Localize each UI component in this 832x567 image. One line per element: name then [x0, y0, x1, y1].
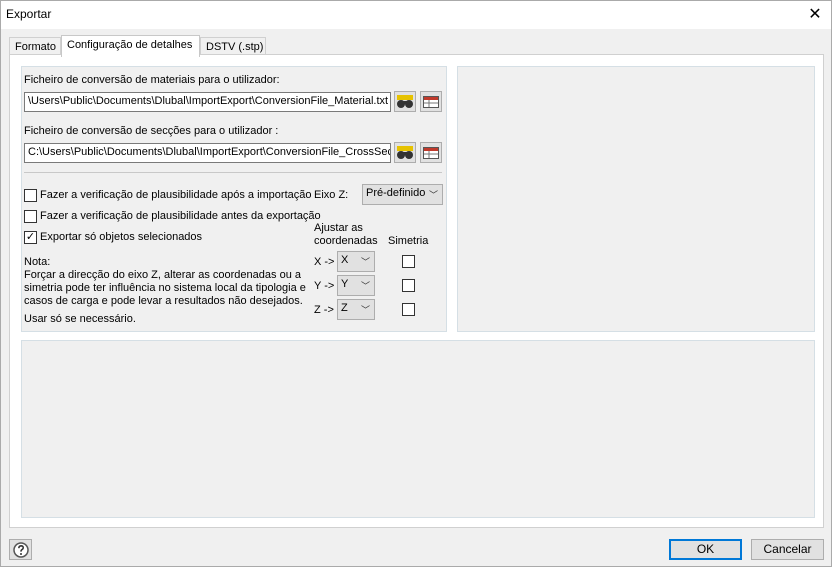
note-line1: Forçar a direcção do eixo Z, alterar as … — [24, 269, 301, 281]
check-after-import-checkbox[interactable] — [24, 189, 37, 202]
help-icon — [12, 541, 29, 558]
binoculars-icon — [397, 145, 413, 159]
coords-header-line2: coordenadas — [314, 235, 378, 247]
coord-y-label: Y -> — [314, 280, 335, 292]
help-button[interactable] — [9, 539, 32, 560]
table-edit-icon — [423, 95, 439, 108]
check-after-import-label: Fazer a verificação de plausibilidade ap… — [40, 189, 312, 201]
chevron-down-icon: ﹀ — [360, 281, 370, 291]
browse-material-button[interactable] — [394, 91, 416, 112]
cancel-button[interactable]: Cancelar — [751, 539, 824, 560]
symmetry-header: Simetria — [388, 235, 429, 247]
export-selected-only-label: Exportar só objetos selecionados — [40, 231, 203, 243]
z-axis-label: Eixo Z: — [314, 189, 349, 201]
material-file-input[interactable]: \Users\Public\Documents\Dlubal\ImportExp… — [24, 92, 391, 112]
info-panel — [21, 340, 815, 518]
section-file-input[interactable]: C:\Users\Public\Documents\Dlubal\ImportE… — [24, 143, 391, 163]
chevron-down-icon: ﹀ — [428, 190, 438, 200]
export-dialog: Exportar ✕ Formato Configuração de detal… — [0, 0, 832, 567]
chevron-down-icon: ﹀ — [360, 305, 370, 315]
title-bar: Exportar ✕ — [1, 1, 831, 29]
symmetry-z-checkbox[interactable] — [402, 303, 415, 316]
settings-panel: Ficheiro de conversão de materiais para … — [21, 66, 447, 332]
material-file-label: Ficheiro de conversão de materiais para … — [24, 74, 280, 86]
binoculars-icon — [397, 94, 413, 108]
coord-y-value: Y — [341, 278, 349, 290]
section-file-label: Ficheiro de conversão de secções para o … — [24, 125, 279, 137]
check-before-export-checkbox[interactable] — [24, 210, 37, 223]
edit-section-button[interactable] — [420, 142, 442, 163]
z-axis-select[interactable]: Pré-definido ﹀ — [362, 184, 443, 205]
separator — [24, 172, 442, 173]
close-icon[interactable]: ✕ — [805, 5, 825, 25]
export-selected-only-checkbox[interactable]: ✓ — [24, 231, 37, 244]
tab-page: Ficheiro de conversão de materiais para … — [9, 54, 824, 528]
edit-material-button[interactable] — [420, 91, 442, 112]
table-edit-icon — [423, 146, 439, 159]
check-before-export-label: Fazer a verificação de plausibilidade an… — [40, 210, 321, 222]
coords-header-line1: Ajustar as — [314, 222, 363, 234]
symmetry-x-checkbox[interactable] — [402, 255, 415, 268]
z-axis-value: Pré-definido — [366, 187, 426, 199]
window-title: Exportar — [6, 7, 52, 21]
tab-configuracao-detalhes[interactable]: Configuração de detalhes — [61, 35, 200, 57]
coord-x-select[interactable]: X ﹀ — [337, 251, 375, 272]
preview-panel — [457, 66, 815, 332]
ok-button[interactable]: OK — [669, 539, 742, 560]
coord-z-select[interactable]: Z ﹀ — [337, 299, 375, 320]
note-title: Nota: — [24, 256, 51, 268]
note-line3: casos de carga e pode levar a resultados… — [24, 295, 303, 307]
coord-z-value: Z — [341, 302, 348, 314]
coord-y-select[interactable]: Y ﹀ — [337, 275, 375, 296]
coord-x-label: X -> — [314, 256, 335, 268]
coord-x-value: X — [341, 254, 349, 266]
note-line4: Usar só se necessário. — [24, 313, 136, 325]
coord-z-label: Z -> — [314, 304, 334, 316]
browse-section-button[interactable] — [394, 142, 416, 163]
symmetry-y-checkbox[interactable] — [402, 279, 415, 292]
chevron-down-icon: ﹀ — [360, 257, 370, 267]
note-line2: simetria pode ter influência no sistema … — [24, 282, 306, 294]
